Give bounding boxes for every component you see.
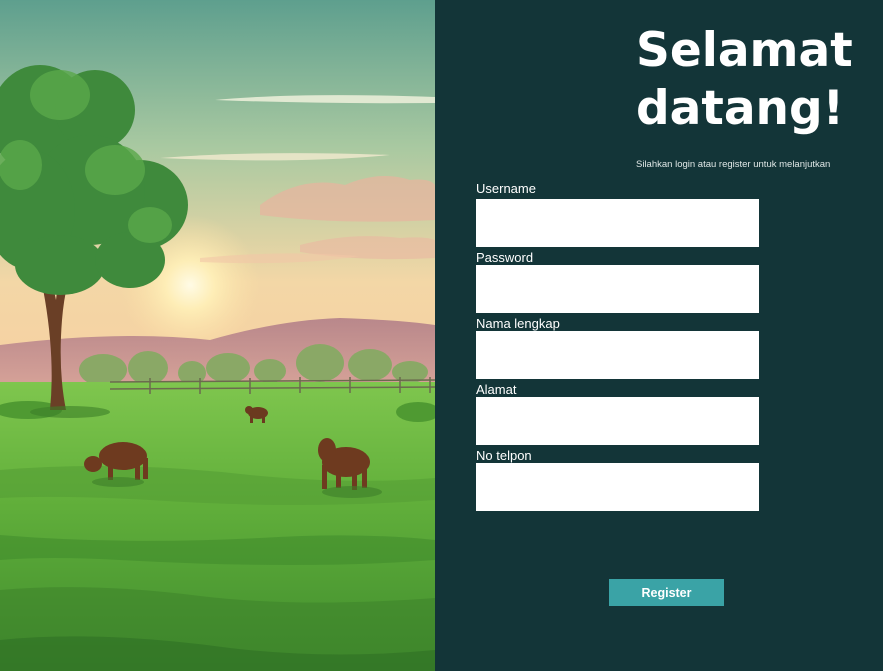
address-input[interactable] — [476, 397, 759, 445]
register-page: Selamat datang! Silahkan login atau regi… — [0, 0, 883, 671]
register-panel: Selamat datang! Silahkan login atau regi… — [435, 0, 883, 671]
phone-label: No telpon — [476, 448, 532, 463]
full-name-input[interactable] — [476, 331, 759, 379]
register-button[interactable]: Register — [609, 579, 724, 606]
phone-input[interactable] — [476, 463, 759, 511]
username-label: Username — [476, 181, 536, 196]
welcome-title: Selamat datang! — [636, 23, 853, 136]
username-input[interactable] — [476, 199, 759, 247]
welcome-subtitle: Silahkan login atau register untuk melan… — [636, 159, 831, 170]
address-label: Alamat — [476, 382, 517, 397]
password-label: Password — [476, 250, 534, 265]
full-name-label: Nama lengkap — [476, 316, 560, 331]
password-input[interactable] — [476, 265, 759, 313]
farm-illustration — [0, 0, 435, 671]
